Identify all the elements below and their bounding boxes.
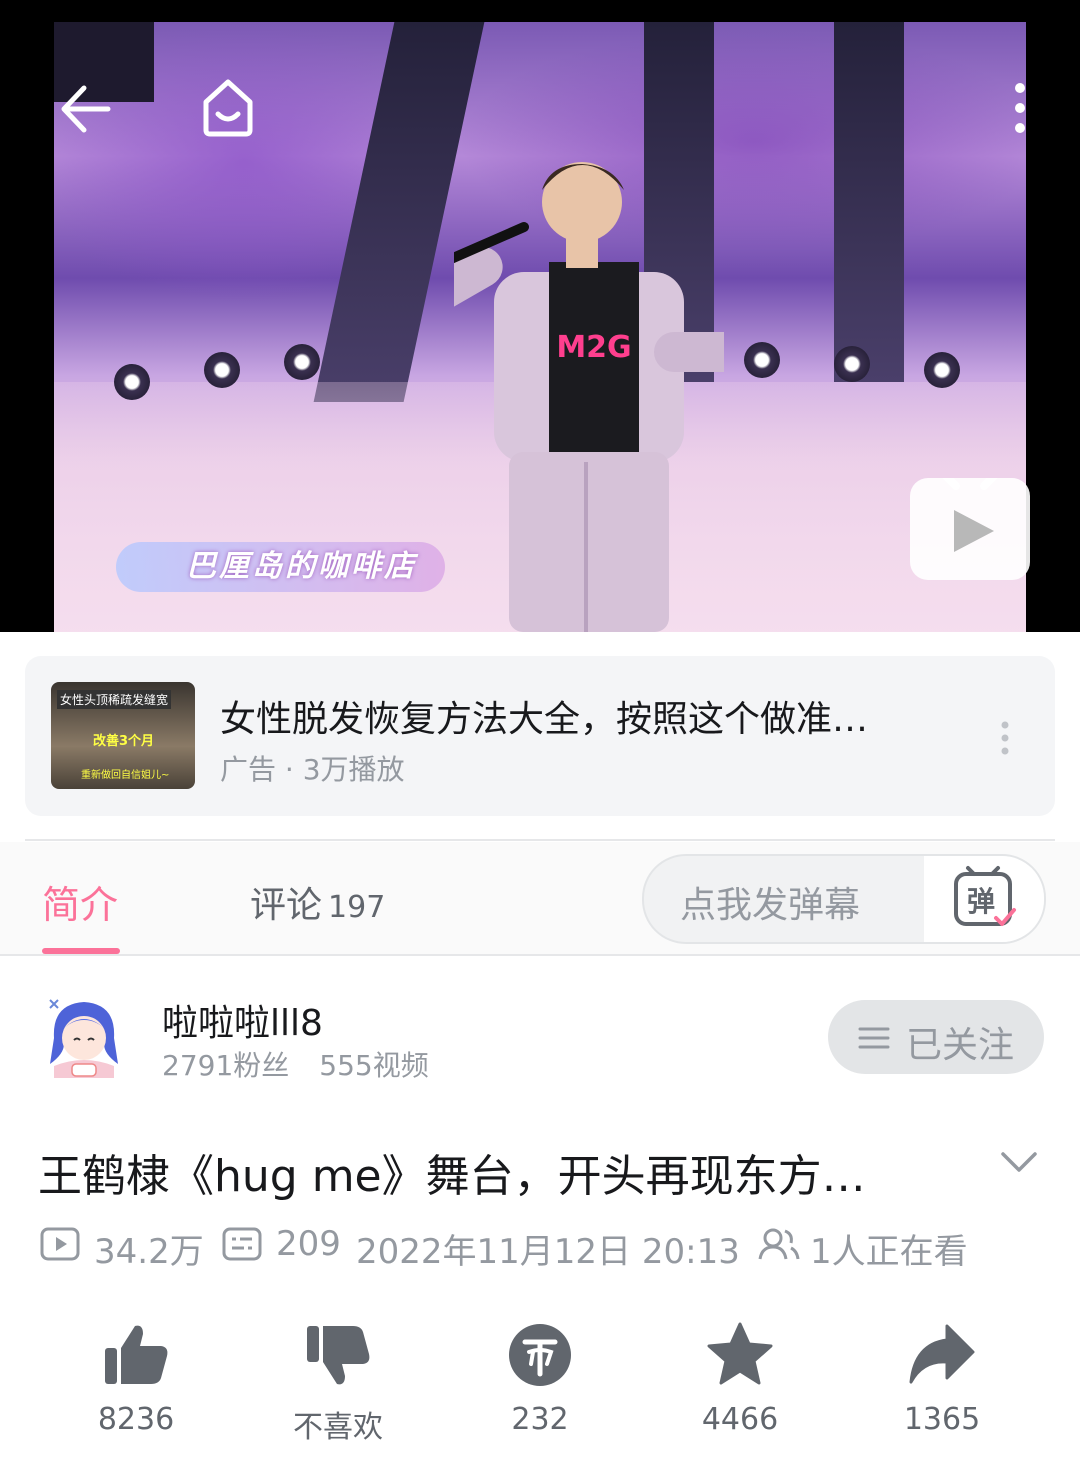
divider [25, 839, 1055, 841]
share-arrow-icon [909, 1324, 975, 1384]
active-tab-indicator [42, 948, 120, 954]
stage-light [284, 344, 320, 380]
tab-comments[interactable]: 评论 197 [250, 876, 385, 928]
danmaku-placeholder: 点我发弹幕 [680, 885, 861, 926]
tab-bar: 简介 评论 197 点我发弹幕 弹 [0, 842, 1080, 956]
danmaku-count: 209 [276, 1224, 341, 1264]
more-options-button[interactable] [1008, 80, 1032, 140]
stage-light [204, 352, 240, 388]
danmaku-toggle-button[interactable]: 弹 [924, 856, 1044, 942]
avatar[interactable] [44, 994, 124, 1080]
coin-icon [509, 1324, 571, 1386]
uploader-avatar-image [49, 999, 118, 1078]
video-title[interactable]: 王鹤棣《hug me》舞台，开头再现东方… [38, 1140, 866, 1204]
ad-card[interactable]: 女性头顶稀疏发缝宽 改善3个月 重新做回自信姐儿~ 女性脱发恢复方法大全，按照这… [25, 656, 1055, 816]
comments-count: 197 [328, 890, 386, 925]
chevron-down-icon [1001, 1152, 1037, 1172]
more-vertical-icon [1001, 721, 1009, 755]
shirt-print: M2G [556, 330, 631, 365]
stage-pillar [834, 22, 904, 382]
videos-count: 555视频 [319, 1049, 429, 1082]
menu-icon [858, 1027, 890, 1049]
fans-count: 2791粉丝 [162, 1049, 290, 1082]
home-button[interactable] [196, 74, 260, 142]
dislike-button[interactable]: 不喜欢 [258, 1320, 418, 1450]
action-bar: 8236 不喜欢 232 4466 1365 [0, 1320, 1080, 1450]
danmaku-input[interactable]: 点我发弹幕 弹 [642, 854, 1046, 944]
like-button[interactable]: 8236 [56, 1320, 216, 1450]
svg-text:弹: 弹 [967, 885, 995, 918]
danmaku-count-icon [222, 1227, 262, 1261]
home-icon [203, 79, 253, 137]
stage-light [114, 364, 150, 400]
ad-meta: 广告 · 3万播放 [220, 753, 405, 786]
tab-comments-label: 评论 [250, 885, 323, 926]
back-arrow-icon [61, 85, 111, 133]
share-button[interactable]: 1365 [862, 1320, 1022, 1450]
play-count-icon [40, 1227, 80, 1261]
more-vertical-icon [1015, 83, 1025, 133]
ad-thumb-text: 女性头顶稀疏发缝宽 [57, 690, 172, 709]
ad-more-button[interactable] [999, 720, 1011, 760]
thumbs-up-icon [105, 1325, 168, 1384]
stage-light [924, 352, 960, 388]
uploader-row: 啦啦啦lll8 2791粉丝 555视频 已关注 [0, 990, 1080, 1090]
ad-thumbnail[interactable]: 女性头顶稀疏发缝宽 改善3个月 重新做回自信姐儿~ [51, 682, 195, 789]
uploader-stats: 2791粉丝 555视频 [162, 1044, 429, 1084]
favorite-count: 4466 [701, 1402, 779, 1437]
thumbs-down-icon [307, 1326, 370, 1385]
video-player[interactable]: M2G 巴厘岛的咖啡店 [0, 0, 1080, 632]
publish-datetime: 2022年11月12日 20:13 [356, 1232, 740, 1272]
coin-button[interactable]: 232 [460, 1320, 620, 1450]
follow-button[interactable]: 已关注 [828, 1000, 1044, 1074]
ad-thumb-text: 改善3个月 [93, 734, 155, 749]
view-count: 34.2万 [94, 1232, 204, 1272]
expand-description-button[interactable] [1000, 1150, 1038, 1178]
tab-intro[interactable]: 简介 [42, 874, 118, 929]
danmaku-icon: 弹 [954, 866, 1016, 926]
performer: M2G [454, 162, 724, 632]
stage-light [834, 346, 870, 382]
play-button[interactable] [910, 466, 1030, 580]
favorite-button[interactable]: 4466 [660, 1320, 820, 1450]
watching-users-icon [758, 1228, 800, 1260]
bilibili-play-icon [936, 466, 1004, 552]
ad-title[interactable]: 女性脱发恢复方法大全，按照这个做准… [220, 690, 868, 742]
ad-thumb-text: 重新做回自信姐儿~ [81, 770, 170, 781]
watching-count: 1人正在看 [810, 1232, 968, 1272]
video-caption: 巴厘岛的咖啡店 [116, 542, 445, 592]
dislike-label: 不喜欢 [293, 1410, 383, 1445]
follow-label: 已关注 [906, 1025, 1015, 1066]
stage-light [744, 342, 780, 378]
coin-count: 232 [511, 1402, 569, 1437]
uploader-name[interactable]: 啦啦啦lll8 [162, 994, 323, 1046]
star-icon [707, 1322, 773, 1385]
back-button[interactable] [58, 82, 112, 140]
like-count: 8236 [97, 1402, 175, 1437]
share-count: 1365 [903, 1402, 981, 1437]
